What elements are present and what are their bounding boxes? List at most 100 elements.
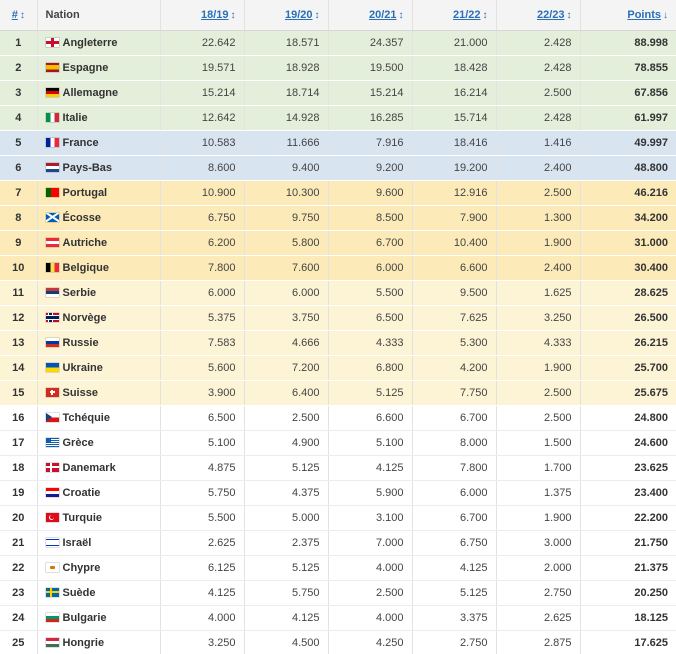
- season-5-cell: 2.000: [496, 555, 581, 581]
- season-1-cell: 5.600: [160, 355, 245, 381]
- table-row: 12 Norvège 5.375 3.750 6.500 7.625 3.250 26.500: [0, 305, 676, 331]
- season-1-cell: 5.500: [160, 505, 245, 531]
- points-cell: 28.625: [580, 280, 676, 306]
- season-3-cell: 16.285: [328, 105, 413, 131]
- season-1-cell: 7.800: [160, 255, 245, 281]
- points-cell: 23.400: [580, 480, 676, 506]
- season-2-cell: 5.125: [244, 555, 329, 581]
- nation-cell: Hongrie: [37, 630, 161, 654]
- season-5-sort-link[interactable]: 22/23: [537, 9, 565, 21]
- season-5-cell: 1.300: [496, 205, 581, 231]
- season-3-cell: 5.500: [328, 280, 413, 306]
- czechia-flag-icon: [45, 412, 59, 422]
- season-2-cell: 3.750: [244, 305, 329, 331]
- rank-cell: 24: [0, 605, 38, 631]
- nation-cell: Portugal: [37, 180, 161, 206]
- russia-flag-icon: [45, 337, 59, 347]
- season-4-sort-link[interactable]: 21/22: [453, 9, 481, 21]
- points-column-header[interactable]: Points ↓: [580, 0, 676, 31]
- nation-cell: Italie: [37, 105, 161, 131]
- season-4-cell: 18.416: [412, 130, 497, 156]
- sort-both-icon: ↕: [482, 9, 488, 21]
- season-5-cell: 2.500: [496, 405, 581, 431]
- nation-name: Belgique: [62, 261, 109, 274]
- spain-flag-icon: [45, 62, 59, 72]
- season-2-cell: 9.750: [244, 205, 329, 231]
- season-4-column-header[interactable]: 21/22 ↕: [412, 0, 497, 31]
- points-sort-link[interactable]: Points: [627, 9, 661, 21]
- nation-name: Russie: [62, 336, 99, 349]
- table-row: 6 Pays-Bas 8.600 9.400 9.200 19.200 2.400 48.80…: [0, 155, 676, 181]
- season-2-sort-link[interactable]: 19/20: [285, 9, 313, 21]
- season-2-cell: 5.000: [244, 505, 329, 531]
- points-cell: 26.500: [580, 305, 676, 331]
- table-row: 14 Ukraine 5.600 7.200 6.800 4.200 1.900 25.700: [0, 355, 676, 381]
- rank-column-header[interactable]: # ↕: [0, 0, 38, 31]
- italy-flag-icon: [45, 112, 59, 122]
- season-4-cell: 5.300: [412, 330, 497, 356]
- table-row: 5 France 10.583 11.666 7.916 18.416 1.416 49.99…: [0, 130, 676, 156]
- season-1-cell: 6.500: [160, 405, 245, 431]
- rank-sort-link[interactable]: #: [12, 9, 18, 21]
- season-5-cell: 2.750: [496, 580, 581, 606]
- table-row: 24 Bulgarie 4.000 4.125 4.000 3.375 2.625 18.12…: [0, 605, 676, 631]
- season-4-cell: 15.714: [412, 105, 497, 131]
- season-5-cell: 1.375: [496, 480, 581, 506]
- nation-name: Tchéquie: [62, 411, 110, 424]
- nation-name: France: [62, 136, 99, 149]
- rank-cell: 21: [0, 530, 38, 556]
- nation-name: Hongrie: [62, 636, 105, 649]
- rank-cell: 22: [0, 555, 38, 581]
- sort-both-icon: ↕: [398, 9, 404, 21]
- norway-flag-icon: [45, 312, 59, 322]
- cyprus-flag-icon: [45, 562, 59, 572]
- season-5-cell: 2.500: [496, 380, 581, 406]
- season-5-cell: 2.428: [496, 105, 581, 131]
- points-cell: 30.400: [580, 255, 676, 281]
- rank-cell: 2: [0, 55, 38, 81]
- nation-name: Israël: [62, 536, 92, 549]
- table-row: 7 Portugal 10.900 10.300 9.600 12.916 2.500 46.…: [0, 180, 676, 206]
- season-1-cell: 5.750: [160, 480, 245, 506]
- switzerland-flag-icon: [45, 387, 59, 397]
- season-1-column-header[interactable]: 18/19 ↕: [160, 0, 245, 31]
- points-cell: 21.375: [580, 555, 676, 581]
- rank-cell: 13: [0, 330, 38, 356]
- season-4-cell: 4.200: [412, 355, 497, 381]
- season-2-cell: 7.600: [244, 255, 329, 281]
- season-3-column-header[interactable]: 20/21 ↕: [328, 0, 413, 31]
- nation-cell: Norvège: [37, 305, 161, 331]
- season-5-cell: 3.250: [496, 305, 581, 331]
- season-4-cell: 7.750: [412, 380, 497, 406]
- points-cell: 61.997: [580, 105, 676, 131]
- points-cell: 26.215: [580, 330, 676, 356]
- season-3-sort-link[interactable]: 20/21: [369, 9, 397, 21]
- season-3-cell: 6.000: [328, 255, 413, 281]
- nation-cell: Russie: [37, 330, 161, 356]
- nation-cell: Suisse: [37, 380, 161, 406]
- points-cell: 21.750: [580, 530, 676, 556]
- season-1-cell: 15.214: [160, 80, 245, 106]
- season-3-cell: 7.000: [328, 530, 413, 556]
- season-4-cell: 6.600: [412, 255, 497, 281]
- season-3-cell: 4.333: [328, 330, 413, 356]
- sweden-flag-icon: [45, 587, 59, 597]
- season-1-sort-link[interactable]: 18/19: [201, 9, 229, 21]
- season-5-column-header[interactable]: 22/23 ↕: [496, 0, 581, 31]
- nation-cell: Autriche: [37, 230, 161, 256]
- season-4-cell: 7.800: [412, 455, 497, 481]
- season-3-cell: 4.250: [328, 630, 413, 654]
- season-3-cell: 19.500: [328, 55, 413, 81]
- rank-cell: 25: [0, 630, 38, 654]
- nation-name: Allemagne: [62, 86, 119, 99]
- season-3-cell: 6.500: [328, 305, 413, 331]
- season-1-cell: 19.571: [160, 55, 245, 81]
- table-row: 22 Chypre 6.125 5.125 4.000 4.125 2.000 21.375: [0, 555, 676, 581]
- season-1-cell: 2.625: [160, 530, 245, 556]
- nation-cell: Belgique: [37, 255, 161, 281]
- nation-name: Suisse: [62, 386, 98, 399]
- table-row: 20 Turquie 5.500 5.000 3.100 6.700 1.900 22.200: [0, 505, 676, 531]
- nation-name: Suède: [62, 586, 96, 599]
- season-3-cell: 5.125: [328, 380, 413, 406]
- season-2-column-header[interactable]: 19/20 ↕: [244, 0, 329, 31]
